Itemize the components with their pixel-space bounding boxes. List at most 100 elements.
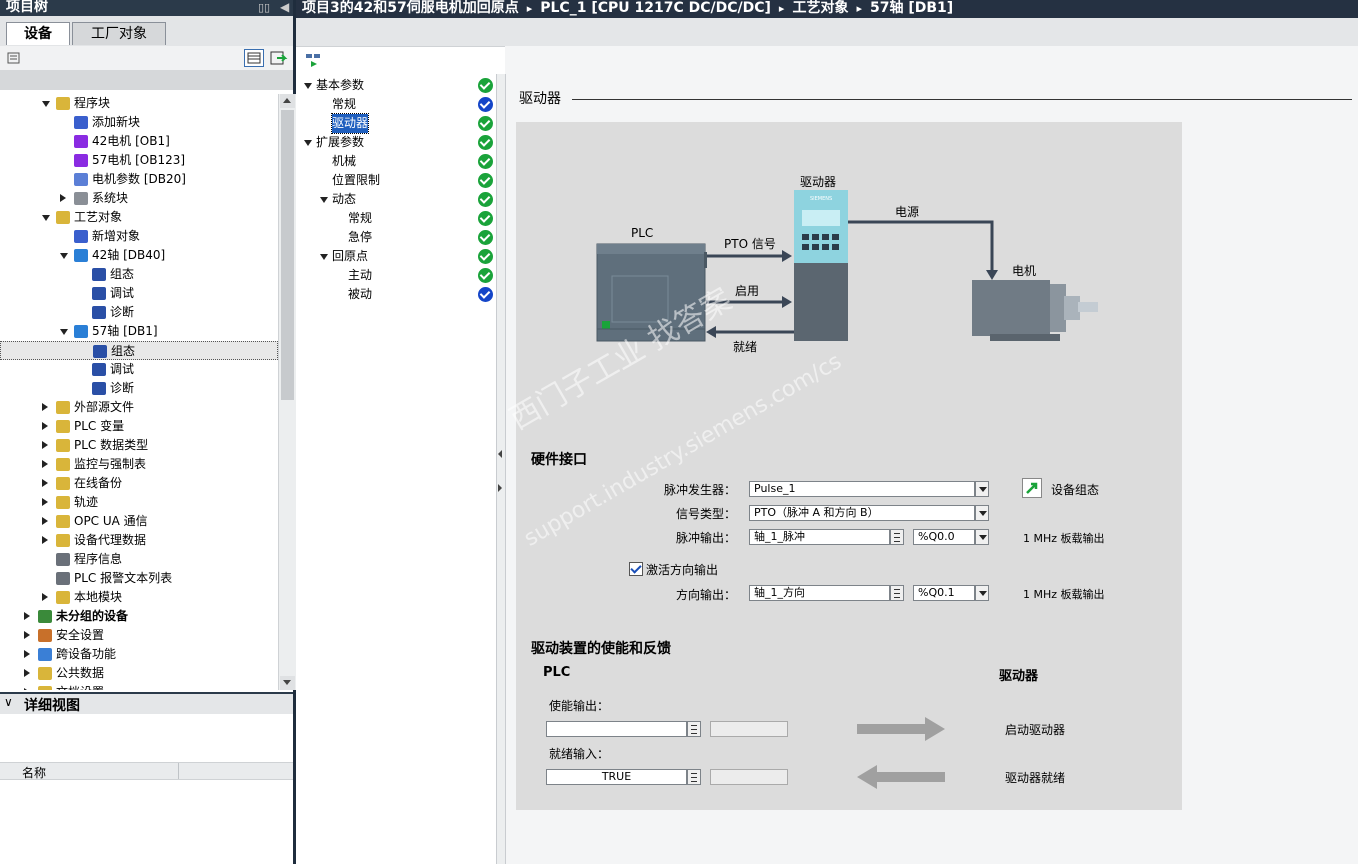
tree-item[interactable]: PLC 报警文本列表 [0, 569, 278, 588]
collapse-arrow-icon[interactable] [320, 254, 328, 260]
detail-collapse-icon[interactable]: ∨ [4, 695, 13, 709]
nav-item[interactable]: 基本参数 [298, 76, 493, 95]
breadcrumb-item[interactable]: 工艺对象 [792, 0, 848, 16]
ready-in-input[interactable]: TRUE [546, 769, 687, 785]
tree-item[interactable]: 未分组的设备 [0, 607, 278, 626]
tree-item[interactable]: 外部源文件 [0, 398, 278, 417]
breadcrumb-item[interactable]: 57轴 [DB1] [870, 0, 953, 16]
collapse-arrow-icon[interactable] [304, 140, 312, 146]
detail-view-header[interactable]: ∨ 详细视图 [0, 692, 293, 714]
tree-item[interactable]: 添加新块 [0, 113, 278, 132]
tree-item[interactable]: 新增对象 [0, 227, 278, 246]
dir-out-address-dropdown[interactable] [975, 585, 989, 601]
expand-arrow-icon[interactable] [24, 631, 30, 639]
dir-output-checkbox-label[interactable]: 激活方向输出 [646, 561, 718, 578]
tree-item[interactable]: OPC UA 通信 [0, 512, 278, 531]
pulse-out-browse-button[interactable] [890, 529, 904, 545]
tab-devices[interactable]: 设备 [6, 22, 70, 45]
dir-out-input[interactable]: 轴_1_方向 [749, 585, 890, 601]
nav-item[interactable]: 机械 [298, 152, 493, 171]
nav-item[interactable]: 常规 [298, 209, 493, 228]
pane-layout-icon[interactable]: ▯▯ [258, 1, 270, 15]
tree-item[interactable]: 工艺对象 [0, 208, 278, 227]
device-config-icon[interactable] [1022, 478, 1042, 498]
ready-in-browse-button[interactable] [687, 769, 701, 785]
tree-item[interactable]: 调试 [0, 360, 278, 379]
expand-arrow-icon[interactable] [42, 403, 48, 411]
tree-item[interactable]: 57电机 [OB123] [0, 151, 278, 170]
nav-item[interactable]: 动态 [298, 190, 493, 209]
nav-splitter[interactable] [496, 74, 506, 864]
signal-type-select[interactable]: PTO（脉冲 A 和方向 B） [749, 505, 975, 521]
splitter-left-arrow[interactable] [498, 450, 502, 458]
expand-arrow-icon[interactable] [60, 194, 66, 202]
device-config-link[interactable]: 设备组态 [1051, 481, 1099, 498]
scroll-down-button[interactable] [280, 676, 295, 690]
expand-arrow-icon[interactable] [42, 460, 48, 468]
nav-item[interactable]: 驱动器 [298, 113, 493, 134]
tree-item[interactable]: 42电机 [OB1] [0, 132, 278, 151]
tree-item[interactable]: PLC 数据类型 [0, 436, 278, 455]
tree-item[interactable]: 程序信息 [0, 550, 278, 569]
collapse-arrow-icon[interactable] [42, 215, 50, 221]
nav-item[interactable]: 常规 [298, 95, 493, 114]
dir-output-checkbox[interactable] [629, 562, 643, 576]
tree-item[interactable]: 诊断 [0, 379, 278, 398]
tree-settings-icon[interactable] [7, 52, 21, 65]
collapse-arrow-icon[interactable] [60, 329, 68, 335]
tree-scrollbar[interactable] [278, 94, 296, 690]
breadcrumb-item[interactable]: 项目3的42和57伺服电机加回原点 [302, 0, 519, 16]
editor-view-icon[interactable] [305, 52, 323, 68]
collapse-arrow-icon[interactable] [320, 197, 328, 203]
tree-item[interactable]: 42轴 [DB40] [0, 246, 278, 265]
tree-item[interactable]: 系统块 [0, 189, 278, 208]
dir-out-address[interactable]: %Q0.1 [913, 585, 975, 601]
tree-item[interactable]: 跨设备功能 [0, 645, 278, 664]
expand-arrow-icon[interactable] [24, 612, 30, 620]
table-view-icon[interactable] [244, 49, 264, 67]
nav-item[interactable]: 主动 [298, 266, 493, 285]
enable-out-browse-button[interactable] [687, 721, 701, 737]
tree-item[interactable]: 在线备份 [0, 474, 278, 493]
tab-plant-objects[interactable]: 工厂对象 [72, 22, 166, 45]
collapse-arrow-icon[interactable] [304, 83, 312, 89]
scroll-up-button[interactable] [280, 94, 295, 108]
expand-arrow-icon[interactable] [42, 536, 48, 544]
tree-item[interactable]: 本地模块 [0, 588, 278, 607]
expand-arrow-icon[interactable] [42, 498, 48, 506]
pulse-gen-select[interactable]: Pulse_1 [749, 481, 975, 497]
tree-item[interactable]: 组态 [0, 265, 278, 284]
tree-item[interactable]: 57轴 [DB1] [0, 322, 278, 341]
enable-out-input[interactable] [546, 721, 687, 737]
tree-item[interactable]: PLC 变量 [0, 417, 278, 436]
collapse-arrow-icon[interactable] [60, 253, 68, 259]
pulse-out-input[interactable]: 轴_1_脉冲 [749, 529, 890, 545]
expand-arrow-icon[interactable] [42, 422, 48, 430]
pulse-out-address-dropdown[interactable] [975, 529, 989, 545]
detail-col-name[interactable]: 名称 [22, 764, 46, 781]
tree-item[interactable]: 监控与强制表 [0, 455, 278, 474]
tree-item[interactable]: 电机参数 [DB20] [0, 170, 278, 189]
nav-item[interactable]: 扩展参数 [298, 133, 493, 152]
expand-arrow-icon[interactable] [24, 650, 30, 658]
tree-item[interactable]: 轨迹 [0, 493, 278, 512]
pulse-out-address[interactable]: %Q0.0 [913, 529, 975, 545]
signal-type-dropdown[interactable] [975, 505, 989, 521]
go-online-icon[interactable] [268, 49, 288, 67]
expand-arrow-icon[interactable] [42, 441, 48, 449]
scroll-thumb[interactable] [281, 110, 294, 400]
tree-item[interactable]: 诊断 [0, 303, 278, 322]
nav-item[interactable]: 急停 [298, 228, 493, 247]
tree-item[interactable]: 设备代理数据 [0, 531, 278, 550]
nav-item[interactable]: 位置限制 [298, 171, 493, 190]
splitter-right-arrow[interactable] [498, 484, 502, 492]
tree-item[interactable]: 文档设置 [0, 683, 278, 690]
collapse-arrow-icon[interactable] [42, 101, 50, 107]
tree-item[interactable]: 调试 [0, 284, 278, 303]
pulse-gen-dropdown[interactable] [975, 481, 989, 497]
collapse-pane-icon[interactable]: ◀ [280, 0, 289, 14]
tree-item[interactable]: 程序块 [0, 94, 278, 113]
expand-arrow-icon[interactable] [42, 517, 48, 525]
tree-item[interactable]: 公共数据 [0, 664, 278, 683]
expand-arrow-icon[interactable] [24, 688, 30, 690]
